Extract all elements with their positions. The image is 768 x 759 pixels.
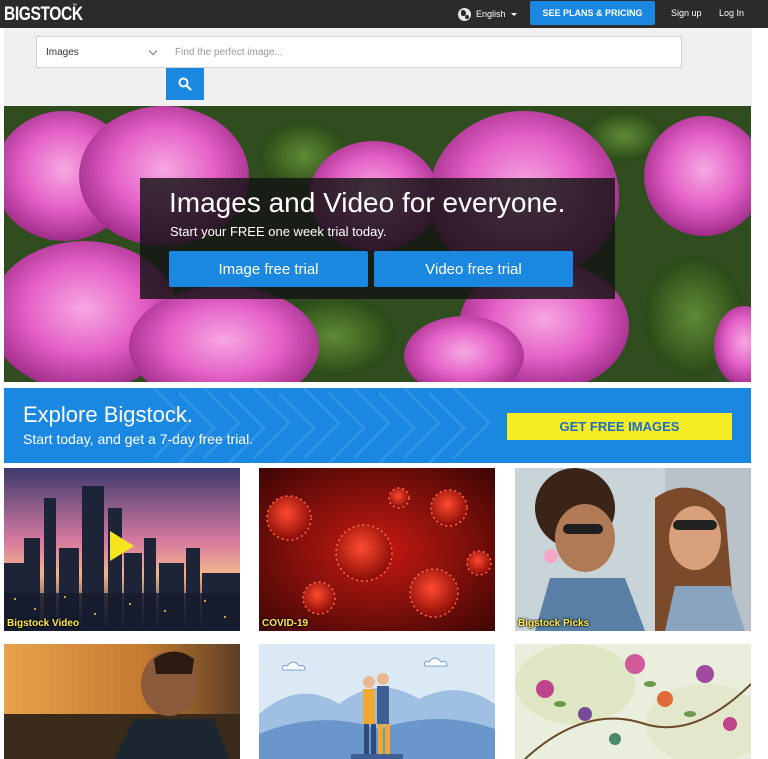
logo-trademark: ™ [72,3,77,9]
video-free-trial-button[interactable]: Video free trial [374,251,573,287]
explore-subtitle: Start today, and get a 7-day free trial. [23,431,254,447]
caret-down-icon [510,12,517,16]
virus-image [259,468,495,631]
tile-covid-19[interactable]: COVID-19 [259,468,495,631]
image-free-trial-button[interactable]: Image free trial [169,251,368,287]
tile-label: Bigstock Video [7,618,80,629]
travel-illustration-image [259,644,495,759]
chevron-down-icon [148,46,158,56]
tile-athlete[interactable] [4,644,240,759]
tile-travel-illustration[interactable] [259,644,495,759]
media-type-value: Images [46,46,79,58]
see-plans-button[interactable]: SEE PLANS & PRICING [530,1,655,25]
friends-laughing-image [515,468,751,631]
tile-label: COVID-19 [262,618,309,629]
get-free-images-button[interactable]: GET FREE IMAGES [507,413,732,440]
explore-title: Explore Bigstock. [23,402,193,427]
search-icon [178,77,192,91]
floral-art-image [515,644,751,759]
login-link[interactable]: Log In [719,8,744,18]
globe-icon [458,7,471,21]
hero-subtitle: Start your FREE one week trial today. [170,224,387,239]
athlete-image [4,644,240,759]
tile-bigstock-picks[interactable]: Bigstock Picks [515,468,751,631]
signup-link[interactable]: Sign up [671,8,702,18]
bigstock-logo[interactable]: BIGSTOCK [4,4,83,26]
language-selector[interactable]: English [458,7,517,21]
media-type-dropdown[interactable]: Images [36,36,166,68]
tile-label: Bigstock Picks [518,618,590,629]
hero-title: Images and Video for everyone. [169,187,566,218]
search-button[interactable] [166,68,204,100]
play-icon[interactable] [110,531,134,561]
language-label: English [476,9,506,19]
search-input[interactable] [165,36,682,68]
tile-floral-art[interactable] [515,644,751,759]
